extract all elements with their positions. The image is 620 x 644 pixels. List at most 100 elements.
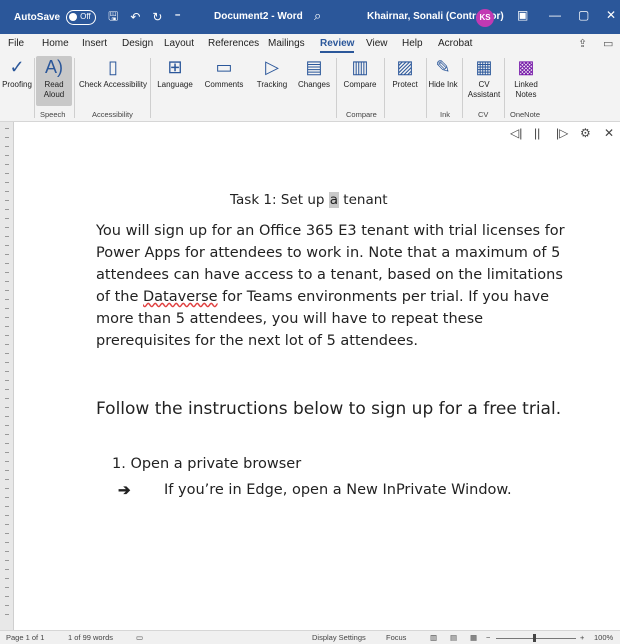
comments-icon[interactable]: ▭ — [603, 37, 613, 50]
ruler-tick — [5, 317, 9, 318]
ruler-tick — [5, 569, 9, 570]
tab-insert[interactable]: Insert — [82, 38, 107, 49]
ruler-tick — [5, 425, 9, 426]
tab-layout[interactable]: Layout — [164, 38, 194, 49]
vertical-ruler[interactable] — [0, 122, 14, 630]
read-aloud-icon: A) — [45, 57, 63, 77]
read-aloud-button[interactable]: A) Read Aloud — [36, 56, 72, 106]
zoom-slider-thumb[interactable] — [533, 634, 536, 642]
spelling-flagged-word[interactable]: Dataverse — [143, 289, 218, 305]
tab-acrobat[interactable]: Acrobat — [438, 38, 472, 49]
zoom-level[interactable]: 100% — [594, 633, 613, 642]
print-layout-icon[interactable]: ▤ — [450, 633, 457, 642]
ruler-tick — [5, 227, 9, 228]
ruler-tick — [5, 560, 9, 561]
ruler-tick — [5, 416, 9, 417]
close-icon[interactable]: ✕ — [606, 8, 616, 22]
protect-button[interactable]: ▨ Protect — [386, 56, 424, 90]
autosave-toggle[interactable]: Off — [66, 9, 97, 25]
next-paragraph-icon[interactable]: |▷ — [556, 126, 568, 140]
ribbon-separator — [336, 58, 337, 118]
language-button[interactable]: ⊞ Language — [152, 56, 198, 90]
ruler-tick — [5, 245, 9, 246]
check-accessibility-button[interactable]: ▯ Check Accessibility — [76, 56, 150, 90]
ruler-tick — [5, 524, 9, 525]
ruler-tick — [5, 470, 9, 471]
ruler-tick — [5, 236, 9, 237]
tab-home[interactable]: Home — [42, 38, 69, 49]
body-paragraph: You will sign up for an Office 365 E3 te… — [96, 223, 565, 349]
linked-notes-button[interactable]: ▩ Linked Notes — [506, 56, 546, 100]
group-ink: Ink — [440, 110, 451, 119]
display-settings-button[interactable]: Display Settings — [312, 633, 366, 642]
share-icon[interactable]: ⇪ — [578, 37, 587, 50]
status-bar: Page 1 of 1 1 of 99 words ▭ Display Sett… — [0, 630, 620, 644]
ruler-tick — [5, 272, 9, 273]
list-item: 1. Open a private browser — [112, 456, 302, 472]
ruler-tick — [5, 380, 9, 381]
ruler-tick — [5, 353, 9, 354]
ruler-tick — [5, 200, 9, 201]
ribbon-separator — [462, 58, 463, 118]
zoom-in-icon[interactable]: + — [580, 633, 584, 642]
undo-icon[interactable]: ↶ — [130, 10, 140, 24]
ruler-tick — [5, 218, 9, 219]
avatar[interactable]: KS — [476, 9, 494, 27]
minimize-icon[interactable]: — — [549, 8, 561, 22]
tab-view[interactable]: View — [366, 38, 388, 49]
focus-button[interactable]: Focus — [386, 633, 406, 642]
ruler-tick — [5, 398, 9, 399]
ribbon-separator — [504, 58, 505, 118]
pause-icon[interactable]: || — [534, 126, 540, 140]
tab-file[interactable]: File — [8, 38, 24, 49]
word-count[interactable]: 1 of 99 words — [68, 633, 113, 642]
previous-paragraph-icon[interactable]: ◁| — [510, 126, 522, 140]
read-aloud-settings-icon[interactable]: ⚙ — [580, 126, 591, 140]
ruler-tick — [5, 479, 9, 480]
customize-qat-icon[interactable]: ⁼ — [174, 10, 180, 24]
changes-button[interactable]: ▤ Changes — [294, 56, 334, 90]
page-count[interactable]: Page 1 of 1 — [6, 633, 44, 642]
zoom-out-icon[interactable]: − — [486, 633, 490, 642]
ink-icon: ✎ — [435, 57, 451, 77]
ruler-tick — [5, 605, 9, 606]
arrow-bullet-icon: ➔ — [118, 482, 131, 499]
menu-bar: File Home Insert Design Layout Reference… — [0, 34, 620, 54]
save-icon[interactable]: 🖫 — [108, 7, 118, 28]
ruler-tick — [5, 443, 9, 444]
ruler-tick — [5, 578, 9, 579]
ribbon-separator — [34, 58, 35, 118]
close-read-aloud-icon[interactable]: ✕ — [604, 126, 614, 140]
ruler-tick — [5, 533, 9, 534]
ruler-tick — [5, 497, 9, 498]
ruler-tick — [5, 128, 9, 129]
ruler-tick — [5, 614, 9, 615]
cv-assistant-button[interactable]: ▦ CV Assistant — [464, 56, 504, 100]
maximize-icon[interactable]: ▢ — [578, 8, 589, 22]
proofing-status-icon[interactable]: ▭ — [136, 633, 143, 642]
accessibility-icon: ▯ — [108, 57, 118, 77]
read-mode-icon[interactable]: ▥ — [430, 633, 437, 642]
search-icon[interactable]: ⌕ — [314, 8, 321, 24]
tab-mailings[interactable]: Mailings — [268, 38, 305, 49]
tracking-button[interactable]: ▷ Tracking — [252, 56, 292, 90]
tab-help[interactable]: Help — [402, 38, 423, 49]
tracking-icon: ▷ — [265, 57, 279, 77]
compare-button[interactable]: ▥ Compare — [338, 56, 382, 90]
ribbon-display-icon[interactable]: ▣ — [517, 8, 528, 22]
ruler-tick — [5, 407, 9, 408]
ruler-tick — [5, 155, 9, 156]
ruler-tick — [5, 308, 9, 309]
ruler-tick — [5, 254, 9, 255]
web-layout-icon[interactable]: ▦ — [470, 633, 477, 642]
hide-ink-button[interactable]: ✎ Hide Ink — [428, 56, 458, 90]
tab-design[interactable]: Design — [122, 38, 153, 49]
ruler-tick — [5, 191, 9, 192]
tab-review[interactable]: Review — [320, 38, 355, 53]
zoom-slider[interactable] — [496, 638, 576, 639]
proofing-button[interactable]: ✓ Proofing — [2, 56, 32, 90]
ruler-tick — [5, 488, 9, 489]
tab-references[interactable]: References — [208, 38, 259, 49]
redo-icon[interactable]: ↻ — [152, 10, 162, 24]
comments-button[interactable]: ▭ Comments — [200, 56, 248, 90]
